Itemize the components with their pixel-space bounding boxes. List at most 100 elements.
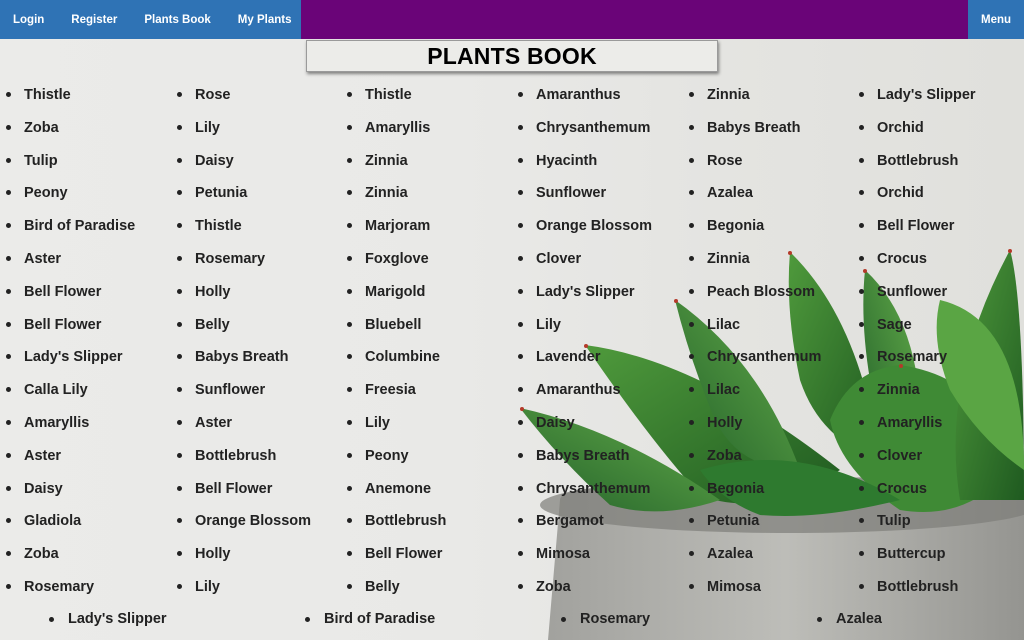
plant-list-item[interactable]: Hyacinth [516, 152, 652, 185]
plant-list-item[interactable]: Rose [687, 152, 821, 185]
plant-list-item[interactable]: Rosemary [559, 611, 650, 627]
plant-list-item[interactable]: Azalea [815, 611, 882, 627]
plant-list-item[interactable]: Bottlebrush [857, 152, 976, 185]
plant-list-item[interactable]: Bell Flower [345, 545, 446, 578]
plant-list-item[interactable]: Tulip [4, 152, 135, 185]
plant-list-item[interactable]: Azalea [687, 545, 821, 578]
plant-list-item[interactable]: Daisy [4, 480, 135, 513]
plant-list-item[interactable]: Chrysanthemum [516, 480, 652, 513]
plant-list-item[interactable]: Aster [4, 447, 135, 480]
plant-list-item[interactable]: Anemone [345, 480, 446, 513]
plant-list-item[interactable]: Amaranthus [516, 381, 652, 414]
plant-list-item[interactable]: Lady's Slipper [4, 348, 135, 381]
plant-list-item[interactable]: Bottlebrush [857, 578, 976, 611]
plant-list-item[interactable]: Lily [175, 119, 311, 152]
plant-list-item[interactable]: Lilac [687, 381, 821, 414]
plant-list-item[interactable]: Amaryllis [857, 414, 976, 447]
plant-list-item[interactable]: Sunflower [857, 283, 976, 316]
plant-list-item[interactable]: Aster [175, 414, 311, 447]
plant-list-item[interactable]: Buttercup [857, 545, 976, 578]
plant-list-item[interactable]: Chrysanthemum [687, 348, 821, 381]
plant-list-item[interactable]: Marigold [345, 283, 446, 316]
plant-list-item[interactable]: Lady's Slipper [516, 283, 652, 316]
plant-list-item[interactable]: Amaryllis [345, 119, 446, 152]
plant-list-item[interactable]: Tulip [857, 512, 976, 545]
plant-list-item[interactable]: Belly [175, 316, 311, 349]
plant-list-item[interactable]: Bell Flower [857, 217, 976, 250]
register-link[interactable]: Register [71, 14, 117, 26]
plant-list-item[interactable]: Babys Breath [516, 447, 652, 480]
plant-list-item[interactable]: Azalea [687, 184, 821, 217]
plant-list-item[interactable]: Zoba [4, 545, 135, 578]
plant-list-item[interactable]: Bird of Paradise [4, 217, 135, 250]
plant-list-item[interactable]: Daisy [516, 414, 652, 447]
plant-list-item[interactable]: Crocus [857, 250, 976, 283]
plant-list-item[interactable]: Peony [4, 184, 135, 217]
plant-list-item[interactable]: Zoba [687, 447, 821, 480]
plant-list-item[interactable]: Lily [345, 414, 446, 447]
plant-list-item[interactable]: Peach Blossom [687, 283, 821, 316]
plant-list-item[interactable]: Bell Flower [4, 316, 135, 349]
plant-list-item[interactable]: Lily [175, 578, 311, 611]
plant-list-item[interactable]: Petunia [175, 184, 311, 217]
plant-list-item[interactable]: Gladiola [4, 512, 135, 545]
plant-list-item[interactable]: Bluebell [345, 316, 446, 349]
plant-list-item[interactable]: Clover [857, 447, 976, 480]
plant-list-item[interactable]: Bell Flower [175, 480, 311, 513]
plant-list-item[interactable]: Clover [516, 250, 652, 283]
plant-list-item[interactable]: Lady's Slipper [47, 611, 167, 627]
plant-list-item[interactable]: Amaranthus [516, 86, 652, 119]
plant-list-item[interactable]: Petunia [687, 512, 821, 545]
plant-list-item[interactable]: Rose [175, 86, 311, 119]
plant-list-item[interactable]: Sunflower [175, 381, 311, 414]
plant-list-item[interactable]: Zinnia [687, 86, 821, 119]
plant-list-item[interactable]: Holly [687, 414, 821, 447]
plant-list-item[interactable]: Orchid [857, 119, 976, 152]
plant-list-item[interactable]: Lavender [516, 348, 652, 381]
menu-button[interactable]: Menu [968, 0, 1024, 39]
plant-list-item[interactable]: Bergamot [516, 512, 652, 545]
plant-list-item[interactable]: Zinnia [857, 381, 976, 414]
plant-list-item[interactable]: Lilac [687, 316, 821, 349]
plant-list-item[interactable]: Zinnia [345, 152, 446, 185]
plant-list-item[interactable]: Bottlebrush [345, 512, 446, 545]
plant-list-item[interactable]: Mimosa [687, 578, 821, 611]
my-plants-link[interactable]: My Plants [238, 14, 292, 26]
plants-book-link[interactable]: Plants Book [144, 14, 210, 26]
plant-list-item[interactable]: Orchid [857, 184, 976, 217]
plant-list-item[interactable]: Zoba [4, 119, 135, 152]
plant-list-item[interactable]: Chrysanthemum [516, 119, 652, 152]
plant-list-item[interactable]: Foxglove [345, 250, 446, 283]
plant-list-item[interactable]: Rosemary [857, 348, 976, 381]
plant-list-item[interactable]: Marjoram [345, 217, 446, 250]
plant-list-item[interactable]: Peony [345, 447, 446, 480]
plant-list-item[interactable]: Rosemary [4, 578, 135, 611]
plant-list-item[interactable]: Lady's Slipper [857, 86, 976, 119]
plant-list-item[interactable]: Thistle [175, 217, 311, 250]
plant-list-item[interactable]: Sage [857, 316, 976, 349]
plant-list-item[interactable]: Zinnia [687, 250, 821, 283]
plant-list-item[interactable]: Begonia [687, 480, 821, 513]
plant-list-item[interactable]: Babys Breath [175, 348, 311, 381]
plant-list-item[interactable]: Belly [345, 578, 446, 611]
plant-list-item[interactable]: Begonia [687, 217, 821, 250]
plant-list-item[interactable]: Bird of Paradise [303, 611, 435, 627]
plant-list-item[interactable]: Bell Flower [4, 283, 135, 316]
plant-list-item[interactable]: Rosemary [175, 250, 311, 283]
plant-list-item[interactable]: Babys Breath [687, 119, 821, 152]
plant-list-item[interactable]: Daisy [175, 152, 311, 185]
plant-list-item[interactable]: Calla Lily [4, 381, 135, 414]
plant-list-item[interactable]: Holly [175, 545, 311, 578]
plant-list-item[interactable]: Sunflower [516, 184, 652, 217]
plant-list-item[interactable]: Freesia [345, 381, 446, 414]
plant-list-item[interactable]: Aster [4, 250, 135, 283]
plant-list-item[interactable]: Holly [175, 283, 311, 316]
plant-list-item[interactable]: Thistle [4, 86, 135, 119]
plant-list-item[interactable]: Thistle [345, 86, 446, 119]
plant-list-item[interactable]: Lily [516, 316, 652, 349]
plant-list-item[interactable]: Zoba [516, 578, 652, 611]
plant-list-item[interactable]: Columbine [345, 348, 446, 381]
login-link[interactable]: Login [13, 14, 44, 26]
plant-list-item[interactable]: Orange Blossom [175, 512, 311, 545]
plant-list-item[interactable]: Zinnia [345, 184, 446, 217]
